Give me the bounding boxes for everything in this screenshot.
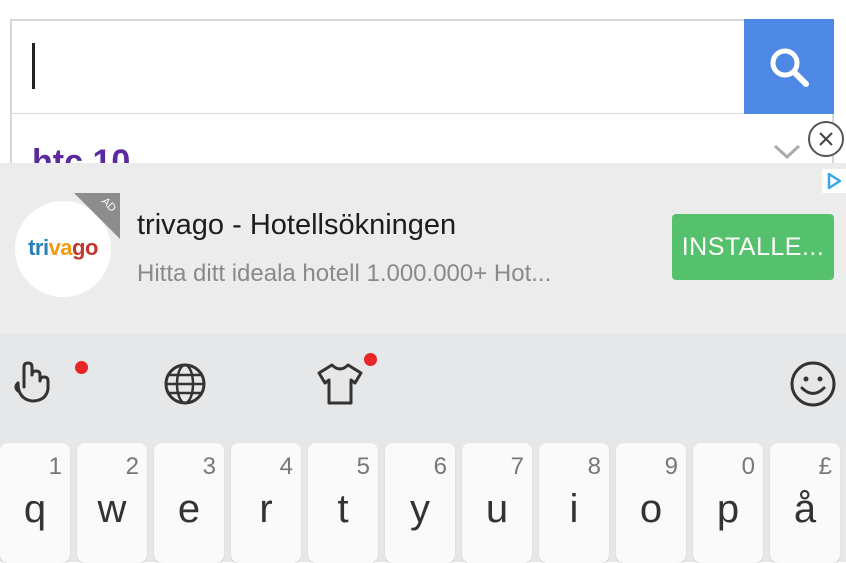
key-o[interactable]: 9 o: [616, 443, 686, 563]
key-hint: 6: [433, 453, 447, 480]
keyboard: 1 q 2 w 3 e 4 r 5 t 6 y 7 u 8 i 9 o 0 p …: [0, 433, 846, 563]
ad-close-button[interactable]: [808, 121, 844, 157]
adchoices-icon: [827, 172, 842, 190]
key-hint: £: [818, 453, 832, 480]
ad-banner[interactable]: trivago AD trivago - Hotellsökningen Hit…: [0, 121, 846, 333]
key-hint: 4: [279, 453, 293, 480]
language-button[interactable]: [160, 359, 210, 409]
key-hint: 2: [125, 453, 139, 480]
key-label: u: [485, 487, 509, 531]
key-hint: 9: [664, 453, 678, 480]
install-button[interactable]: INSTALLE...: [672, 214, 834, 280]
search-button[interactable]: [744, 19, 834, 115]
theme-button[interactable]: [315, 359, 365, 409]
key-hint: 1: [48, 453, 62, 480]
key-y[interactable]: 6 y: [385, 443, 455, 563]
emoji-icon: [790, 361, 836, 407]
close-icon: [819, 132, 833, 146]
key-e[interactable]: 3 e: [154, 443, 224, 563]
key-hint: 0: [741, 453, 755, 480]
key-hint: 7: [510, 453, 524, 480]
key-label: w: [97, 487, 127, 531]
keyboard-toolbar: [0, 333, 846, 433]
key-aring[interactable]: £ å: [770, 443, 840, 563]
emoji-button[interactable]: [788, 359, 838, 409]
key-label: e: [177, 487, 201, 531]
key-p[interactable]: 0 p: [693, 443, 763, 563]
key-t[interactable]: 5 t: [308, 443, 378, 563]
ad-title: trivago - Hotellsökningen: [137, 209, 457, 241]
key-i[interactable]: 8 i: [539, 443, 609, 563]
key-label: i: [569, 487, 579, 531]
key-hint: 8: [587, 453, 601, 480]
ad-badge-label: AD: [98, 195, 119, 215]
adchoices-button[interactable]: [822, 169, 846, 193]
key-q[interactable]: 1 q: [0, 443, 70, 563]
key-label: y: [410, 487, 430, 531]
search-input[interactable]: [10, 19, 834, 115]
ad-description: Hitta ditt ideala hotell 1.000.000+ Hot.…: [137, 260, 552, 287]
key-hint: 3: [202, 453, 216, 480]
key-label: o: [639, 487, 663, 531]
logo-part-tri: tri: [28, 235, 49, 260]
swipe-typing-button[interactable]: [8, 359, 58, 409]
tshirt-theme-icon: [317, 363, 363, 405]
key-r[interactable]: 4 r: [231, 443, 301, 563]
key-label: q: [23, 487, 47, 531]
chevron-down-icon: [773, 144, 801, 160]
swipe-hand-icon: [14, 361, 50, 403]
key-hint: 5: [356, 453, 370, 480]
key-label: p: [716, 487, 740, 531]
logo-part-go: go: [72, 235, 98, 260]
key-w[interactable]: 2 w: [77, 443, 147, 563]
key-u[interactable]: 7 u: [462, 443, 532, 563]
text-caret: [32, 43, 35, 89]
globe-icon: [164, 363, 206, 405]
notification-dot: [364, 353, 377, 366]
logo-part-va: va: [48, 235, 73, 260]
notification-dot: [75, 361, 88, 374]
key-label: r: [259, 487, 273, 531]
key-label: å: [793, 487, 817, 531]
key-label: t: [337, 487, 349, 531]
search-icon: [770, 48, 809, 87]
